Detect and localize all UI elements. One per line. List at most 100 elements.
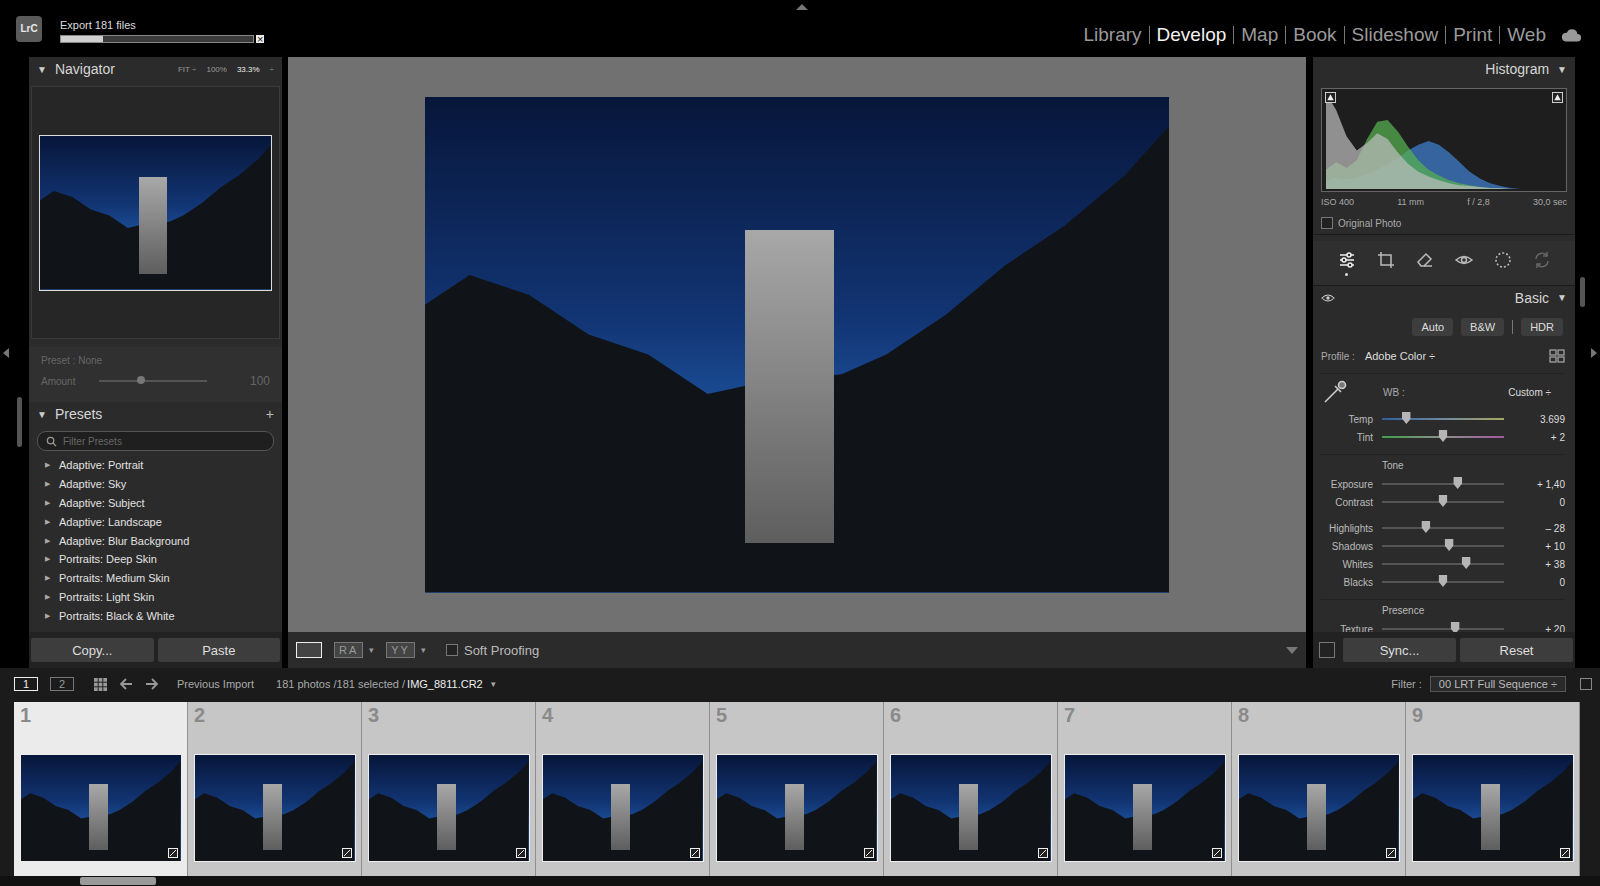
add-preset-button[interactable]: + [266, 406, 274, 422]
module-tab[interactable]: Slideshow [1352, 24, 1439, 46]
panel-button[interactable]: Reset [1460, 638, 1573, 662]
slider-value[interactable]: + 2 [1551, 432, 1565, 443]
filmstrip-thumbnail[interactable]: 5 [710, 702, 884, 876]
expand-icon[interactable]: ▶ [45, 555, 50, 563]
previous-arrow-icon[interactable] [119, 678, 133, 690]
expand-icon[interactable]: ▶ [45, 612, 50, 620]
expand-icon[interactable]: ▶ [45, 518, 50, 526]
tool-button[interactable] [1414, 250, 1436, 276]
zoom-option[interactable]: 100% [206, 65, 226, 74]
preset-filter[interactable]: Filter Presets [37, 431, 274, 451]
next-arrow-icon[interactable] [145, 678, 159, 690]
slider-handle[interactable] [1421, 521, 1430, 533]
slider-track[interactable] [1382, 545, 1504, 547]
filmstrip-thumbnail[interactable]: 7 [1058, 702, 1232, 876]
grid-view-icon[interactable] [94, 678, 107, 691]
tool-button[interactable] [1492, 250, 1514, 276]
main-photo[interactable] [425, 97, 1169, 593]
filmstrip-thumbnail[interactable]: 1 [14, 702, 188, 876]
slider-handle[interactable] [1451, 622, 1460, 632]
panel-button[interactable]: Copy... [31, 638, 154, 662]
highlight-clipping-icon[interactable] [1552, 92, 1563, 103]
preset-group[interactable]: ▶ Adaptive: Blur Background [45, 531, 282, 550]
wb-dropdown[interactable]: Custom ÷ [1508, 387, 1565, 398]
tool-button[interactable] [1453, 250, 1475, 276]
preset-group[interactable]: ▶ Portraits: Deep Skin [45, 550, 282, 569]
slider-value[interactable]: + 20 [1545, 624, 1565, 633]
collapse-icon[interactable]: ▼ [1557, 64, 1567, 75]
filmstrip-thumbnail[interactable]: 8 [1232, 702, 1406, 876]
presets-header[interactable]: ▼ Presets + [29, 402, 282, 426]
slider-value[interactable]: 0 [1559, 577, 1565, 588]
soft-proofing-checkbox[interactable] [446, 644, 458, 656]
expand-icon[interactable]: ▶ [45, 480, 50, 488]
slider-handle[interactable] [1439, 575, 1448, 587]
slider-handle[interactable] [1445, 539, 1454, 551]
profile-browser-icon[interactable] [1549, 349, 1565, 363]
collapse-right-icon[interactable] [1591, 348, 1597, 358]
filmstrip-thumbnail[interactable]: 3 [362, 702, 536, 876]
original-photo-checkbox[interactable] [1321, 217, 1333, 229]
navigator-preview[interactable] [31, 86, 280, 339]
filmstrip-thumbnail[interactable]: 4 [536, 702, 710, 876]
slider-track[interactable] [1382, 563, 1504, 565]
amount-handle[interactable] [137, 376, 145, 384]
eyedropper-icon[interactable] [1321, 378, 1349, 406]
compare-view-button[interactable]: RA [334, 642, 363, 658]
profile-dropdown[interactable]: Adobe Color ÷ [1365, 350, 1435, 362]
preset-group[interactable]: ▶ Portraits: Black & White [45, 606, 282, 625]
compare-menu-button[interactable]: ▾ [369, 645, 374, 655]
preset-group[interactable]: ▶ Adaptive: Subject [45, 494, 282, 513]
collapse-left-icon[interactable] [3, 348, 9, 358]
histogram-header[interactable]: Histogram ▼ [1313, 57, 1575, 81]
slider-handle[interactable] [1402, 412, 1411, 424]
amount-slider[interactable] [99, 380, 207, 382]
slider-track[interactable] [1382, 436, 1504, 438]
cancel-button[interactable]: × [256, 35, 264, 43]
module-tab[interactable]: Book [1293, 24, 1336, 46]
expand-icon[interactable]: ▶ [45, 537, 50, 545]
preset-group[interactable]: ▶ Adaptive: Landscape [45, 512, 282, 531]
filmstrip-thumbnail[interactable]: 2 [188, 702, 362, 876]
slider-handle[interactable] [1439, 495, 1448, 507]
shadow-clipping-icon[interactable] [1325, 92, 1336, 103]
panel-button[interactable]: Paste [158, 638, 281, 662]
mode-button[interactable]: B&W [1461, 318, 1504, 336]
mode-button[interactable]: Auto [1412, 318, 1453, 336]
collapse-icon[interactable]: ▼ [1557, 292, 1567, 303]
file-name[interactable]: IMG_8811.CR2 [407, 678, 483, 690]
slider-handle[interactable] [1439, 430, 1448, 442]
module-tab[interactable]: Develop [1157, 24, 1227, 46]
expand-icon[interactable]: ▶ [45, 499, 50, 507]
slider-track[interactable] [1382, 527, 1504, 529]
module-tab[interactable]: Web [1507, 24, 1546, 46]
file-menu-button[interactable]: ▾ [491, 679, 496, 689]
visibility-eye-icon[interactable] [1321, 293, 1335, 303]
source-label[interactable]: Previous Import [177, 678, 254, 690]
slider-handle[interactable] [1453, 477, 1462, 489]
tool-button[interactable] [1336, 250, 1358, 276]
tool-button[interactable] [1531, 250, 1553, 276]
zoom-option[interactable]: ÷ [270, 65, 274, 74]
panel-toggle-icon[interactable] [796, 4, 808, 10]
mode-button[interactable]: HDR [1521, 318, 1563, 336]
filter-lock-icon[interactable] [1580, 678, 1592, 690]
module-tab[interactable]: Print [1453, 24, 1492, 46]
filmstrip-thumbnail[interactable]: 6 [884, 702, 1058, 876]
collapse-icon[interactable]: ▼ [37, 409, 47, 420]
sync-toggle[interactable] [1319, 642, 1335, 658]
slider-track[interactable] [1382, 628, 1504, 630]
panel-button[interactable]: Sync... [1343, 638, 1456, 662]
loupe-view-icon[interactable] [296, 642, 322, 658]
module-tab[interactable]: Map [1241, 24, 1278, 46]
compare-menu-button[interactable]: ▾ [421, 645, 426, 655]
slider-value[interactable]: + 10 [1545, 541, 1565, 552]
slider-handle[interactable] [1462, 557, 1471, 569]
right-scrollbar[interactable] [1580, 277, 1585, 307]
screen-button[interactable]: 1 [14, 677, 38, 691]
basic-header[interactable]: Basic ▼ [1313, 285, 1575, 309]
app-logo[interactable]: LrC [16, 16, 42, 42]
slider-track[interactable] [1382, 418, 1504, 420]
toolbar-menu-icon[interactable] [1286, 647, 1298, 654]
slider-value[interactable]: – 28 [1546, 523, 1565, 534]
